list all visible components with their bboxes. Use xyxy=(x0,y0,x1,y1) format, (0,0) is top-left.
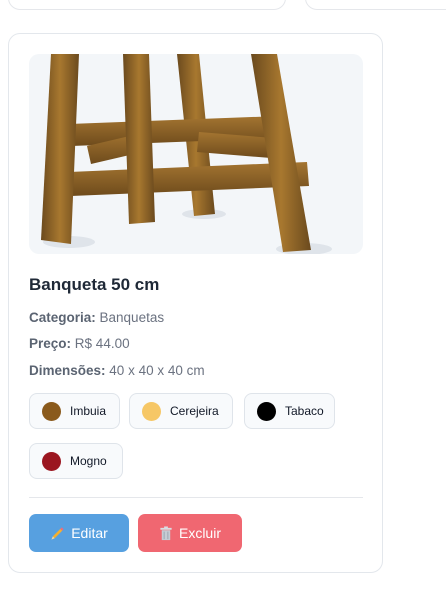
category-field: Categoria: Banquetas xyxy=(29,310,164,325)
color-chip-cerejeira[interactable]: Cerejeira xyxy=(129,393,233,429)
price-field: Preço: R$ 44.00 xyxy=(29,336,130,351)
dimensions-value: 40 x 40 x 40 cm xyxy=(109,363,205,378)
color-chip-tabaco[interactable]: Tabaco xyxy=(244,393,335,429)
dimensions-field: Dimensões: 40 x 40 x 40 cm xyxy=(29,363,205,378)
color-name: Mogno xyxy=(70,454,107,468)
category-label: Categoria: xyxy=(29,310,96,325)
pencil-icon xyxy=(51,526,64,540)
delete-label: Excluir xyxy=(178,525,221,541)
edit-button[interactable]: Editar xyxy=(29,514,129,552)
color-swatch xyxy=(42,401,61,421)
color-name: Imbuia xyxy=(70,404,107,418)
edit-label: Editar xyxy=(71,525,108,541)
category-value: Banquetas xyxy=(99,310,165,325)
wooden-stool-image xyxy=(41,54,332,254)
color-swatch xyxy=(142,401,161,421)
color-swatch xyxy=(257,401,276,421)
color-name: Cerejeira xyxy=(170,404,219,418)
product-title: Banqueta 50 cm xyxy=(29,275,160,294)
previous-card-right xyxy=(305,0,446,10)
dimensions-label: Dimensões: xyxy=(29,363,106,378)
delete-button[interactable]: Excluir xyxy=(138,514,242,552)
color-chip-mogno[interactable]: Mogno xyxy=(29,443,123,479)
color-chip-imbuia[interactable]: Imbuia xyxy=(29,393,120,429)
previous-card-left xyxy=(8,0,286,10)
divider xyxy=(29,497,363,498)
color-swatch xyxy=(42,451,61,471)
price-value: R$ 44.00 xyxy=(74,336,130,351)
color-name: Tabaco xyxy=(285,404,324,418)
trash-icon xyxy=(160,525,172,540)
product-card: Banqueta 50 cm Categoria: Banquetas Preç… xyxy=(8,33,383,573)
product-image xyxy=(29,54,363,254)
price-label: Preço: xyxy=(29,336,72,351)
